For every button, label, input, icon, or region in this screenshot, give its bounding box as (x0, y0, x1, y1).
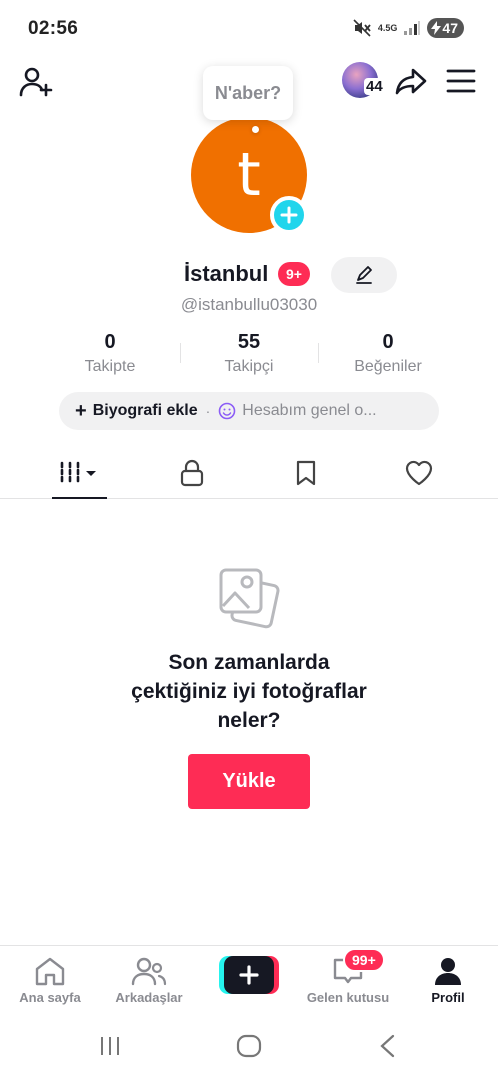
plus-icon (239, 965, 259, 985)
heart-icon (405, 460, 433, 486)
stat-label: Takipte (84, 358, 136, 375)
nav-friends-label: Arkadaşlar (115, 990, 183, 1005)
stat-value: 0 (104, 331, 116, 353)
active-tab-indicator (52, 497, 107, 499)
profile-stats: 0 Takipte 55 Takipçi 0 Beğeniler (0, 331, 498, 381)
status-time: 02:56 (28, 18, 79, 39)
stat-divider (318, 343, 319, 363)
add-friend-icon[interactable] (18, 64, 54, 100)
bottom-nav: Ana sayfa Arkadaşlar Gelen kutusu Profil (0, 945, 498, 1013)
friends-icon (131, 957, 167, 986)
edit-profile-button[interactable] (331, 257, 397, 293)
account-status-label[interactable]: Hesabım genel o... (242, 402, 376, 420)
nav-profile[interactable]: Profil (398, 956, 498, 1005)
stat-followers[interactable]: 55 Takipçi (189, 331, 309, 376)
profile-handle: @istanbullu03030 (180, 295, 318, 314)
nav-profile-label: Profil (431, 990, 465, 1005)
mute-icon (353, 19, 371, 37)
plus-icon (280, 206, 298, 224)
signal-icon (404, 21, 421, 35)
avatar-letter: t (237, 140, 261, 210)
nav-inbox-label: Gelen kutusu (306, 990, 390, 1005)
stat-value: 55 (237, 331, 261, 353)
upload-button[interactable]: Yükle (188, 754, 310, 809)
create-button[interactable] (219, 956, 279, 994)
photos-icon (219, 568, 280, 629)
bio-separator: · (205, 403, 211, 419)
name-badge[interactable]: 9+ (278, 262, 310, 286)
content-tabs (0, 447, 498, 499)
pencil-icon (356, 266, 372, 284)
system-nav (0, 1014, 498, 1080)
empty-line-2: çektiğiniz iyi fotoğraflar (131, 680, 367, 703)
status-bar: 02:56 4.5G 47 (0, 0, 498, 58)
home-button-icon[interactable] (236, 1034, 262, 1058)
nav-friends[interactable]: Arkadaşlar (99, 956, 199, 1005)
stat-likes[interactable]: 0 Beğeniler (328, 331, 448, 376)
tab-videos[interactable] (22, 447, 136, 499)
nav-home[interactable]: Ana sayfa (0, 956, 100, 1005)
stat-following[interactable]: 0 Takipte (50, 331, 170, 376)
stat-label: Beğeniler (354, 358, 422, 375)
status-icons: 4.5G 47 (352, 18, 464, 38)
note-bubble[interactable]: N'aber? (203, 66, 293, 120)
recent-apps-icon[interactable] (98, 1034, 122, 1058)
menu-icon[interactable] (446, 68, 476, 94)
bio-plus-icon: + (75, 399, 87, 422)
grid-icon (60, 461, 96, 485)
network-label: 4.5G (377, 22, 398, 33)
lock-icon (180, 459, 204, 487)
profile-icon (435, 958, 461, 985)
inbox-badge: 99+ (343, 948, 385, 972)
back-icon[interactable] (378, 1034, 398, 1058)
bookmark-icon (296, 460, 316, 486)
smile-icon (218, 402, 236, 420)
stat-divider (180, 343, 181, 363)
empty-line-1: Son zamanlarda (168, 651, 330, 674)
profile-name: İstanbul (184, 261, 269, 286)
name-row: İstanbul 9+ (0, 257, 498, 293)
nav-home-label: Ana sayfa (19, 990, 81, 1005)
add-photo-button[interactable] (270, 196, 308, 234)
home-icon (35, 957, 65, 986)
battery-level: 47 (442, 20, 458, 36)
battery-indicator: 47 (427, 18, 464, 38)
empty-line-3: neler? (217, 709, 281, 732)
stat-label: Takipçi (224, 358, 274, 375)
empty-state-text: Son zamanlarda çektiğiniz iyi fotoğrafla… (0, 648, 498, 735)
add-bio-label[interactable]: Biyografi ekle (93, 402, 198, 420)
tab-liked[interactable] (362, 447, 476, 499)
share-icon[interactable] (394, 64, 428, 98)
tab-private[interactable] (135, 447, 249, 499)
profile-visitors-count[interactable]: 44 (364, 78, 385, 95)
note-bubble-dot (252, 126, 259, 133)
tab-favorites[interactable] (249, 447, 363, 499)
create-button-inner (224, 956, 274, 994)
bio-pill[interactable]: + Biyografi ekle · Hesabım genel o... (59, 392, 439, 430)
stat-value: 0 (382, 331, 394, 353)
charging-icon (431, 21, 442, 35)
